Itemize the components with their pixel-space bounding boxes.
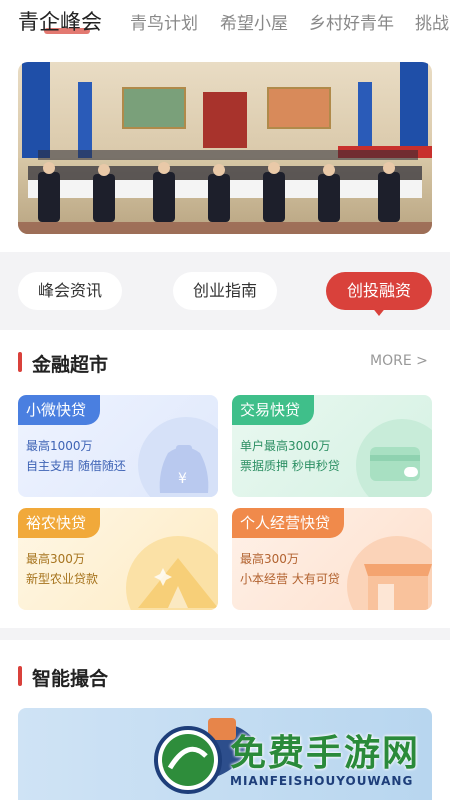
loan-card-agri[interactable]: 裕农快贷 最高300万 新型农业贷款 [18, 508, 218, 610]
card-line-1: 单户最高3000万 [240, 439, 331, 453]
card-line-1: 最高300万 [26, 552, 85, 566]
card-tag: 个人经营快贷 [232, 508, 345, 538]
card-tag: 裕农快贷 [18, 508, 101, 538]
pill-summit-news[interactable]: 峰会资讯 [18, 272, 122, 310]
match-section-title: 智能撮合 [32, 668, 109, 690]
section-accent-bar [18, 666, 22, 686]
card-line-2: 新型农业贷款 [26, 572, 99, 586]
card-line-2: 自主支用 随借随还 [26, 459, 126, 473]
pill-venture-financing[interactable]: 创投融资 [326, 272, 432, 310]
card-tag: 小微快贷 [18, 395, 101, 425]
watermark-en: MIANFEISHOUYOUWANG [230, 774, 414, 788]
tab-rural-youth[interactable]: 乡村好青年 [309, 9, 394, 34]
finance-section-title: 金融超市 [32, 354, 109, 376]
category-pill-band: 峰会资讯 创业指南 创投融资 [0, 252, 450, 330]
section-divider [0, 628, 450, 640]
tab-challenge[interactable]: 挑战 [415, 9, 449, 34]
tab-bluebird-plan[interactable]: 青鸟计划 [130, 9, 198, 34]
active-pill-pointer [371, 306, 387, 316]
pill-startup-guide[interactable]: 创业指南 [173, 272, 277, 310]
loan-card-personal-business[interactable]: 个人经营快贷 最高300万 小本经营 大有可贷 [232, 508, 432, 610]
loan-card-trade[interactable]: 交易快贷 单户最高3000万 票据质押 秒申秒贷 [232, 395, 432, 497]
card-line-2: 小本经营 大有可贷 [240, 572, 340, 586]
finance-more-link[interactable]: MORE > [370, 353, 428, 369]
card-tag: 交易快贷 [232, 395, 315, 425]
conference-photo-illustration [18, 62, 432, 234]
card-line-2: 票据质押 秒申秒贷 [240, 459, 340, 473]
card-line-1: 最高300万 [240, 552, 299, 566]
tab-hope-cabin[interactable]: 希望小屋 [220, 9, 288, 34]
summit-banner-photo[interactable] [18, 62, 432, 234]
section-accent-bar [18, 352, 22, 372]
top-tab-bar: 青企峰会 青鸟计划 希望小屋 乡村好青年 挑战 [0, 0, 450, 46]
loan-card-micro[interactable]: ¥ 小微快贷 最高1000万 自主支用 随借随还 [18, 395, 218, 497]
tab-summit[interactable]: 青企峰会 [18, 6, 102, 36]
watermark-cn: 免费手游网 [230, 733, 421, 774]
watermark: 免费手游网 MIANFEISHOUYOUWANG [150, 718, 450, 800]
svg-text:¥: ¥ [178, 471, 187, 487]
card-line-1: 最高1000万 [26, 439, 93, 453]
